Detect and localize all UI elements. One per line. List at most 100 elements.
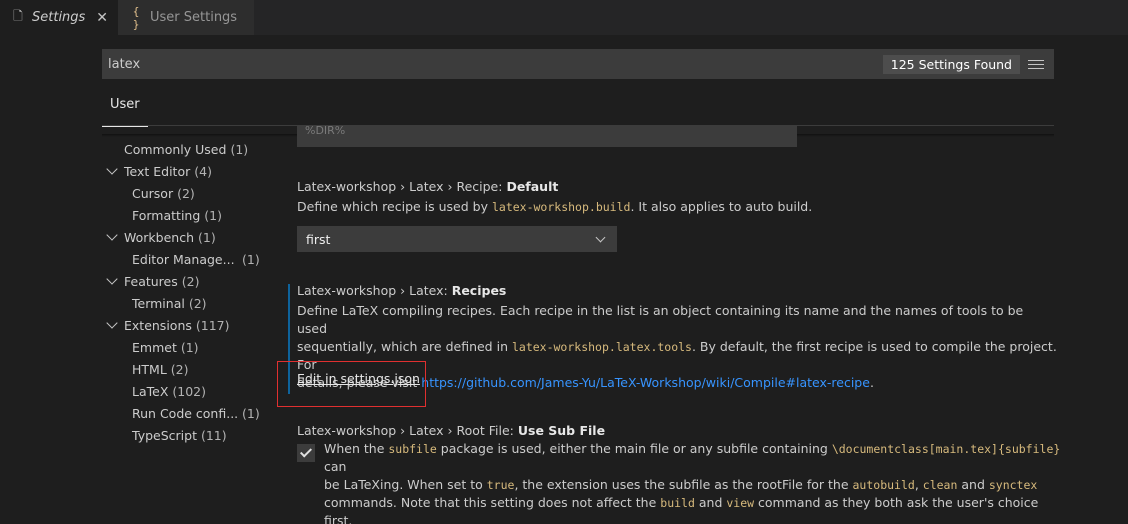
desc-code: synctex — [988, 478, 1038, 492]
toc-label: Extensions — [124, 317, 192, 333]
toc-count: (4) — [194, 163, 212, 179]
desc-code: latex-workshop.latex.tools — [511, 340, 692, 354]
desc-text: can — [324, 459, 347, 474]
chevron-down-icon — [106, 229, 118, 241]
braces-icon: { } — [132, 4, 140, 31]
toc-label: Cursor — [132, 185, 174, 201]
desc-code: autobuild — [852, 478, 915, 492]
toc-item-features[interactable]: Features (2) — [102, 270, 272, 292]
setting-title: Latex-workshop › Latex › Recipe: Default — [297, 179, 1057, 194]
setting-key: Default — [506, 179, 559, 194]
setting-description: Define which recipe is used by latex-wor… — [297, 198, 1057, 216]
desc-code: subfile — [388, 442, 437, 456]
toc-count: (1) — [230, 141, 249, 157]
desc-code: true — [486, 478, 515, 492]
toc-count: (102) — [172, 383, 207, 399]
toc-label: HTML — [132, 361, 167, 377]
desc-text: . — [869, 375, 874, 390]
desc-text: Define LaTeX compiling recipes. Each rec… — [297, 303, 1024, 336]
search-input[interactable] — [108, 56, 883, 72]
desc-text: commands. Note that this setting does no… — [324, 495, 661, 510]
tab-user-scope[interactable]: User — [102, 93, 148, 127]
toc-item-html[interactable]: HTML (2) — [102, 358, 272, 380]
desc-text: and — [694, 495, 727, 510]
chevron-down-icon — [106, 317, 118, 329]
recipe-default-select[interactable]: first — [297, 226, 617, 252]
toc-count: (1) — [180, 339, 199, 355]
setting-description: When the subfile package is used, either… — [324, 440, 1064, 524]
tab-user-settings-label: User Settings — [150, 10, 238, 25]
previous-setting-input[interactable]: %DIR% — [297, 125, 797, 147]
chevron-down-icon — [106, 273, 118, 285]
settings-search-bar: 125 Settings Found — [102, 49, 1054, 79]
toc-count: (2) — [181, 273, 200, 289]
toc-label: Run Code confi... — [132, 405, 239, 421]
toc-count: (11) — [200, 427, 227, 443]
desc-text: package is used, either the main file or… — [436, 441, 832, 456]
close-icon[interactable]: ✕ — [96, 10, 108, 26]
toc-label: Terminal — [132, 295, 185, 311]
desc-code: \documentclass[main.tex]{subfile} — [831, 442, 1061, 456]
toc-item-terminal[interactable]: Terminal (2) — [102, 292, 272, 314]
tab-settings[interactable]: 🗋 Settings ✕ — [0, 0, 118, 35]
toc-count: (1) — [242, 405, 260, 421]
toc-item-cursor[interactable]: Cursor (2) — [102, 182, 272, 204]
toc-item-workbench[interactable]: Workbench (1) — [102, 226, 272, 248]
file-icon: 🗋 — [13, 9, 23, 23]
toc-label: Editor Manage... — [132, 251, 235, 267]
desc-text: and — [957, 477, 989, 492]
toc-count: (117) — [195, 317, 230, 333]
toc-label: Formatting — [132, 207, 201, 223]
toc-count: (1) — [204, 207, 222, 223]
toc-count: (1) — [242, 251, 260, 267]
desc-text: , the extension uses the subfile as the … — [514, 477, 853, 492]
toc-item-commonly-used[interactable]: Commonly Used (1) — [102, 138, 272, 160]
toc-item-editor-management[interactable]: Editor Manage... (1) — [102, 248, 272, 270]
toc-item-typescript[interactable]: TypeScript (11) — [102, 424, 272, 446]
setting-title: Latex-workshop › Latex › Root File: Use … — [297, 423, 1057, 438]
use-sub-file-checkbox[interactable] — [297, 444, 315, 462]
editor-tab-bar: 🗋 Settings ✕ { } User Settings — [0, 0, 1128, 35]
desc-text: When the — [324, 441, 389, 456]
select-value: first — [306, 231, 331, 247]
setting-category: Latex-workshop › Latex › Recipe: — [297, 179, 507, 194]
clear-filter-icon[interactable] — [1028, 59, 1044, 69]
toc-item-emmet[interactable]: Emmet (1) — [102, 336, 272, 358]
toc-label: Features — [124, 273, 178, 289]
setting-title: Latex-workshop › Latex: Recipes — [297, 283, 1057, 298]
desc-code: latex-workshop.build — [491, 200, 631, 214]
setting-key: Use Sub File — [517, 423, 606, 438]
toc-label: LaTeX — [132, 383, 169, 399]
wiki-link[interactable]: https://github.com/James-Yu/LaTeX-Worksh… — [421, 375, 870, 390]
desc-code: build — [660, 496, 695, 510]
checkmark-icon — [299, 445, 313, 458]
toc-label: Commonly Used — [124, 141, 227, 157]
desc-code: view — [726, 496, 755, 510]
setting-category: Latex-workshop › Latex › Root File: — [297, 423, 518, 438]
toc-item-formatting[interactable]: Formatting (1) — [102, 204, 272, 226]
toc-label: Text Editor — [124, 163, 191, 179]
tab-user-settings[interactable]: { } User Settings — [118, 0, 254, 35]
settings-found-badge: 125 Settings Found — [882, 54, 1020, 74]
toc-count: (1) — [198, 229, 216, 245]
toc-count: (2) — [188, 295, 207, 311]
setting-root-file-use-sub-file: Latex-workshop › Latex › Root File: Use … — [297, 423, 1057, 438]
toc-label: Emmet — [132, 339, 177, 355]
desc-text: sequentially, which are defined in — [297, 339, 512, 354]
setting-key: Recipes — [451, 283, 507, 298]
toc-item-run-code[interactable]: Run Code confi... (1) — [102, 402, 272, 424]
setting-category: Latex-workshop › Latex: — [297, 283, 452, 298]
scope-tabs: User — [102, 93, 1054, 127]
chevron-down-icon — [595, 232, 606, 243]
desc-text: Define which recipe is used by — [297, 199, 492, 214]
toc-item-extensions[interactable]: Extensions (117) — [102, 314, 272, 336]
toc-label: TypeScript — [132, 427, 197, 443]
toc-item-text-editor[interactable]: Text Editor (4) — [102, 160, 272, 182]
desc-text: be LaTeXing. When set to — [324, 477, 487, 492]
settings-toc: Commonly Used (1) Text Editor (4) Cursor (2… — [102, 138, 272, 446]
desc-code: clean — [922, 478, 958, 492]
toc-item-latex[interactable]: LaTeX (102) — [102, 380, 272, 402]
toc-count: (2) — [177, 185, 195, 201]
setting-recipe-default: Latex-workshop › Latex › Recipe: Default… — [297, 179, 1057, 216]
toc-count: (2) — [170, 361, 189, 377]
